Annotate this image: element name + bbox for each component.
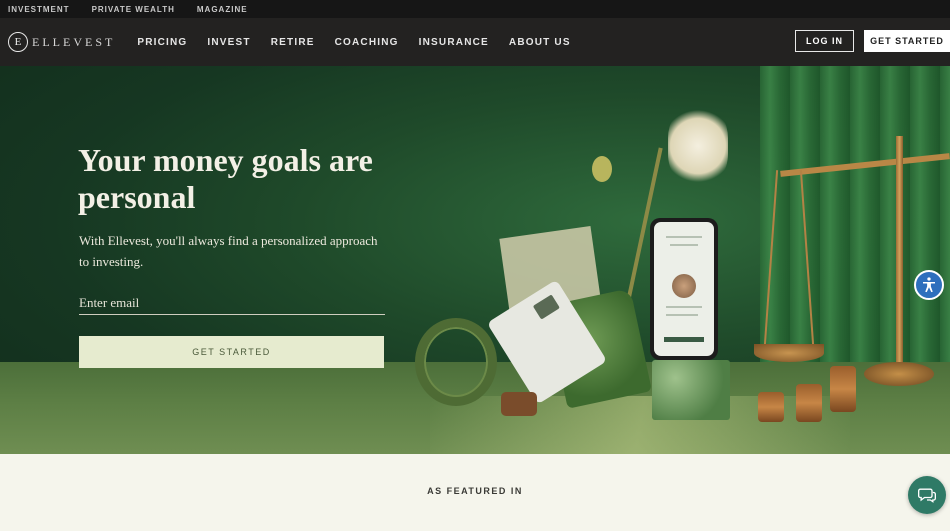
utility-link-magazine[interactable]: MAGAZINE — [197, 5, 248, 14]
nav-link-retire[interactable]: RETIRE — [271, 37, 315, 48]
coin-stack-image — [830, 366, 856, 412]
utility-bar: INVESTMENT PRIVATE WEALTH MAGAZINE — [0, 0, 950, 18]
floor-light — [430, 396, 850, 454]
phone-screen-line — [666, 314, 698, 316]
coin-stack-image — [796, 384, 822, 422]
logo-mark-icon: E — [8, 32, 28, 52]
nav-get-started-button[interactable]: GET STARTED — [864, 30, 950, 52]
flower-bud-image — [592, 156, 612, 182]
phone-screen — [654, 222, 714, 356]
utility-link-private-wealth[interactable]: PRIVATE WEALTH — [92, 5, 175, 14]
accessibility-button[interactable] — [914, 270, 944, 300]
logo[interactable]: E ELLEVEST — [8, 32, 115, 52]
phone-screen-line — [666, 236, 702, 238]
hero-section: Your money goals are personal With Ellev… — [0, 66, 950, 454]
main-nav: E ELLEVEST PRICING INVEST RETIRE COACHIN… — [0, 18, 950, 66]
email-input[interactable] — [79, 291, 385, 315]
scale-pan-image — [754, 344, 824, 362]
phone-screen-line — [666, 306, 702, 308]
bracelet-image — [415, 318, 497, 406]
scale-pole-image — [896, 136, 903, 376]
nav-link-coaching[interactable]: COACHING — [335, 37, 399, 48]
nav-links: PRICING INVEST RETIRE COACHING INSURANCE… — [137, 37, 570, 48]
nav-link-invest[interactable]: INVEST — [207, 37, 250, 48]
phone-screen-line — [670, 244, 698, 246]
hero-title: Your money goals are personal — [78, 142, 373, 215]
small-figurine-image — [501, 392, 537, 416]
logo-text: ELLEVEST — [32, 34, 116, 49]
accessibility-icon — [923, 277, 935, 293]
chat-button[interactable] — [908, 476, 946, 514]
phone-image — [650, 218, 718, 360]
featured-section: AS FEATURED IN — [0, 454, 950, 531]
login-button[interactable]: LOG IN — [795, 30, 854, 52]
marble-stand-image — [652, 360, 730, 420]
nav-link-insurance[interactable]: INSURANCE — [419, 37, 489, 48]
hero-get-started-button[interactable]: GET STARTED — [79, 336, 384, 368]
nav-link-pricing[interactable]: PRICING — [137, 37, 187, 48]
coin-stack-image — [758, 392, 784, 422]
hero-subtitle: With Ellevest, you'll always find a pers… — [79, 233, 378, 269]
flower-image — [668, 106, 728, 186]
featured-label: AS FEATURED IN — [427, 486, 523, 496]
phone-avatar — [672, 274, 696, 298]
phone-button — [664, 337, 704, 342]
nav-actions: LOG IN GET STARTED — [795, 30, 950, 52]
scale-base-image — [864, 362, 934, 386]
background-curtain — [760, 66, 950, 366]
chat-icon — [918, 488, 936, 503]
utility-link-investment[interactable]: INVESTMENT — [8, 5, 70, 14]
nav-link-about-us[interactable]: ABOUT US — [509, 37, 571, 48]
